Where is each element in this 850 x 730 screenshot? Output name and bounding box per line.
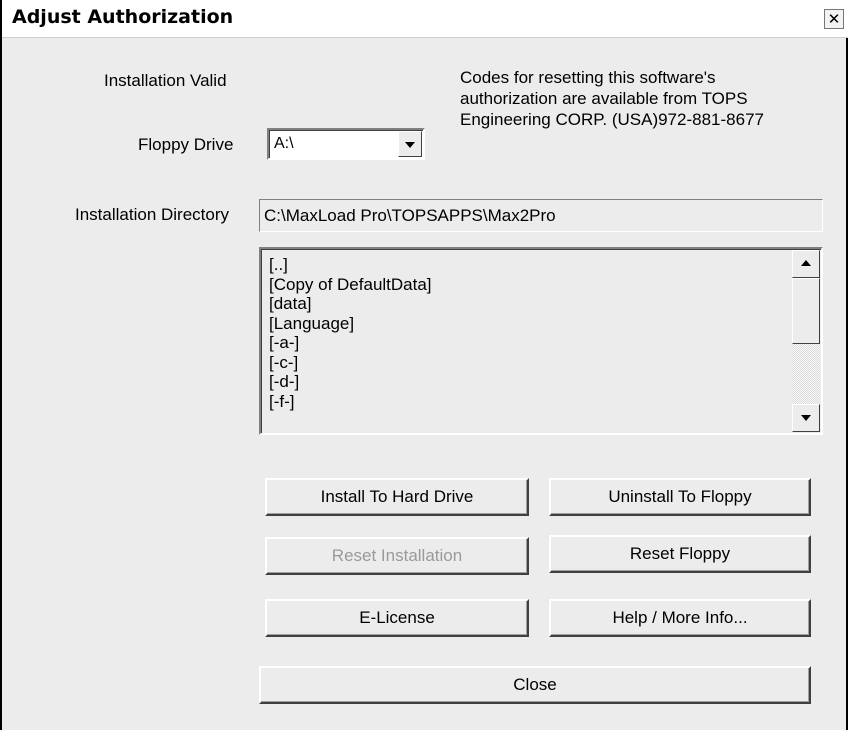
installation-directory-field: C:\MaxLoad Pro\TOPSAPPS\Max2Pro bbox=[259, 199, 823, 232]
vertical-scrollbar[interactable] bbox=[792, 250, 820, 432]
e-license-button[interactable]: E-License bbox=[265, 599, 529, 637]
help-more-info-button[interactable]: Help / More Info... bbox=[549, 599, 811, 637]
close-button[interactable]: Close bbox=[259, 666, 811, 704]
adjust-authorization-dialog: Adjust Authorization ✕ Installation Vali… bbox=[0, 0, 848, 730]
folder-listbox[interactable]: [..] [Copy of DefaultData] [data] [Langu… bbox=[259, 247, 823, 435]
info-line-1: Codes for resetting this software's bbox=[460, 68, 716, 87]
list-item[interactable]: [Language] bbox=[269, 314, 784, 334]
scroll-up-button[interactable] bbox=[792, 250, 820, 278]
chevron-down-icon bbox=[405, 142, 415, 148]
arrow-up-icon bbox=[801, 260, 811, 266]
list-item[interactable]: [-f-] bbox=[269, 392, 784, 412]
floppy-drive-select[interactable]: A:\ bbox=[267, 128, 425, 160]
installation-directory-value: C:\MaxLoad Pro\TOPSAPPS\Max2Pro bbox=[264, 206, 556, 225]
scroll-down-button[interactable] bbox=[792, 404, 820, 432]
list-item[interactable]: [-d-] bbox=[269, 372, 784, 392]
floppy-drive-label: Floppy Drive bbox=[138, 135, 234, 154]
reset-installation-button: Reset Installation bbox=[265, 537, 529, 575]
folder-list-items: [..] [Copy of DefaultData] [data] [Langu… bbox=[269, 255, 784, 433]
arrow-down-icon bbox=[801, 415, 811, 421]
reset-floppy-button[interactable]: Reset Floppy bbox=[549, 535, 811, 573]
info-line-3: Engineering CORP. (USA)972-881-8677 bbox=[460, 110, 764, 129]
list-item[interactable]: [data] bbox=[269, 294, 784, 314]
install-to-hard-drive-button[interactable]: Install To Hard Drive bbox=[265, 478, 529, 516]
list-item[interactable]: [-c-] bbox=[269, 353, 784, 373]
authorization-info-text: Codes for resetting this software's auth… bbox=[460, 67, 820, 130]
floppy-drive-value: A:\ bbox=[274, 135, 294, 152]
scroll-thumb[interactable] bbox=[792, 278, 820, 344]
installation-directory-label: Installation Directory bbox=[75, 205, 230, 224]
window-title: Adjust Authorization bbox=[12, 6, 234, 28]
info-line-2: authorization are available from TOPS bbox=[460, 89, 748, 108]
title-bar: Adjust Authorization ✕ bbox=[2, 0, 848, 38]
floppy-drive-dropdown-button[interactable] bbox=[398, 131, 422, 157]
close-icon[interactable]: ✕ bbox=[824, 9, 844, 29]
list-item[interactable]: [..] bbox=[269, 255, 784, 275]
list-item[interactable]: [-a-] bbox=[269, 333, 784, 353]
installation-status: Installation Valid bbox=[104, 71, 227, 90]
uninstall-to-floppy-button[interactable]: Uninstall To Floppy bbox=[549, 478, 811, 516]
list-item[interactable]: [Copy of DefaultData] bbox=[269, 275, 784, 295]
